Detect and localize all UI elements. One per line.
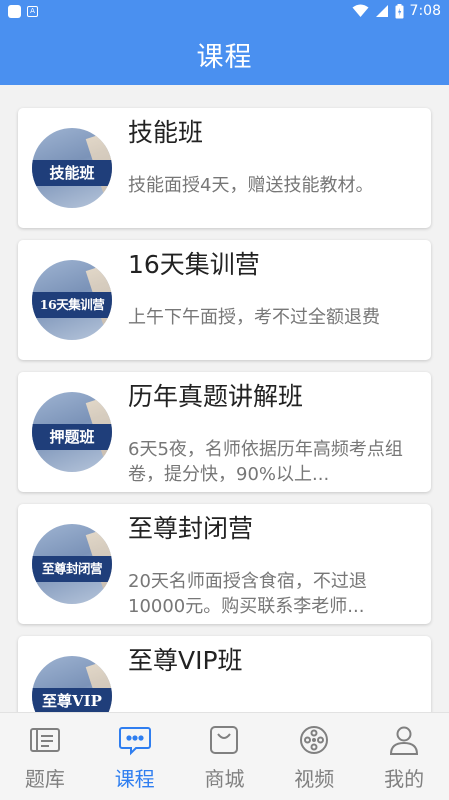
course-card[interactable]: 16天集训营 16天集训营 上午下午面授，考不过全额退费	[18, 240, 431, 360]
question-bank-icon	[28, 723, 62, 757]
course-thumbnail: 至尊VIP	[32, 656, 112, 712]
thumbnail-caption: 至尊封闭营	[32, 556, 112, 582]
tab-label: 我的	[384, 767, 425, 791]
course-description: 技能面授4天，赠送技能教材。	[128, 175, 374, 196]
course-thumbnail: 至尊封闭营	[32, 524, 112, 604]
course-thumbnail: 技能班	[32, 128, 112, 208]
thumbnail-caption: 押题班	[32, 424, 112, 450]
course-thumbnail: 16天集训营	[32, 260, 112, 340]
thumbnail-caption: 至尊VIP	[32, 688, 112, 712]
course-title: 16天集训营	[128, 250, 260, 279]
page-title: 课程	[196, 42, 253, 73]
thumbnail-caption: 16天集训营	[32, 292, 112, 318]
course-title: 历年真题讲解班	[128, 382, 304, 411]
tab-shop[interactable]: 商城	[180, 713, 270, 800]
app-notification-icon	[8, 5, 21, 18]
signal-icon	[375, 5, 388, 17]
course-description: 上午下午面授，考不过全额退费	[128, 307, 380, 328]
course-card[interactable]: 押题班 历年真题讲解班 6天5夜，名师依据历年高频考点组卷，提分快，90%以上.…	[18, 372, 431, 492]
tab-question-bank[interactable]: 题库	[0, 713, 90, 800]
course-description: 20天名师面授含食宿，不过退10000元。购买联系李老师...	[128, 571, 367, 617]
thumbnail-caption: 技能班	[32, 160, 112, 186]
course-title: 至尊封闭营	[128, 514, 254, 543]
tab-profile[interactable]: 我的	[359, 713, 449, 800]
tab-label: 课程	[114, 767, 155, 791]
chat-bubble-icon	[118, 723, 152, 757]
shopping-bag-icon	[207, 723, 241, 757]
wifi-icon	[352, 4, 369, 17]
battery-icon	[395, 3, 404, 18]
tab-label: 题库	[24, 767, 65, 791]
tab-courses[interactable]: 课程	[90, 713, 180, 800]
course-list[interactable]: 技能班 技能班 技能面授4天，赠送技能教材。 16天集训营 16天集训营 上午下…	[0, 85, 449, 712]
course-card[interactable]: 技能班 技能班 技能面授4天，赠送技能教材。	[18, 108, 431, 228]
course-title: 技能班	[128, 118, 204, 147]
notification-badge-icon: A	[27, 6, 38, 17]
app-header: 课程	[0, 24, 449, 85]
tab-label: 视频	[294, 767, 335, 791]
bottom-tab-bar: 题库 课程 商城 视频 我的	[0, 712, 449, 800]
course-thumbnail: 押题班	[32, 392, 112, 472]
film-reel-icon	[297, 723, 331, 757]
status-bar: A 7:08	[0, 0, 449, 24]
course-title: 至尊VIP班	[128, 646, 243, 675]
course-card[interactable]: 至尊封闭营 至尊封闭营 20天名师面授含食宿，不过退10000元。购买联系李老师…	[18, 504, 431, 624]
course-description: 6天5夜，名师依据历年高频考点组卷，提分快，90%以上...	[128, 439, 403, 485]
tab-video[interactable]: 视频	[269, 713, 359, 800]
tab-label: 商城	[204, 767, 245, 791]
status-time: 7:08	[409, 3, 441, 19]
user-icon	[387, 723, 421, 757]
course-card[interactable]: 至尊VIP 至尊VIP班	[18, 636, 431, 712]
